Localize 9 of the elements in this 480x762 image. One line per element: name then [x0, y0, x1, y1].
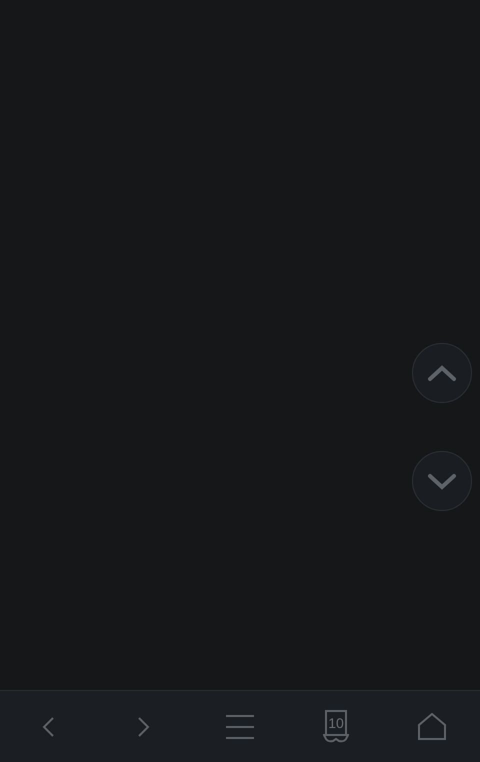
mask-icon [323, 734, 349, 743]
chevron-right-icon [138, 716, 150, 736]
chevron-up-icon [428, 364, 456, 382]
chevron-down-icon [428, 472, 456, 490]
tab-count: 10 [325, 710, 347, 734]
home-icon [418, 713, 446, 740]
menu-icon [225, 714, 255, 740]
chevron-left-icon [42, 716, 54, 736]
tabs-button[interactable]: 10 [288, 691, 384, 762]
